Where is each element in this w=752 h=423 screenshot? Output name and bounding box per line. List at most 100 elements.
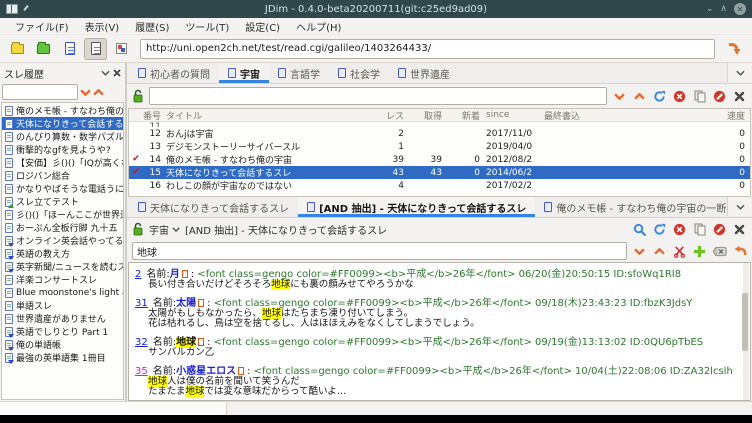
message-scrollbar[interactable]: [743, 263, 749, 400]
chevron-up-icon[interactable]: [632, 89, 647, 104]
lock-icon[interactable]: [132, 89, 144, 103]
sidebar-thread-item[interactable]: 最強の英単語集 1冊目: [2, 351, 123, 364]
sidebar-thread-item[interactable]: ロジバン総合: [2, 169, 123, 182]
thread-tab[interactable]: 俺のメモ帳 - すなわち俺の宇宙の一断片: [535, 197, 745, 217]
sidebar-thread-item[interactable]: 単語スレ: [2, 299, 123, 312]
message-view[interactable]: 2名前:月: <font class=gengo color=#FF0099><…: [128, 262, 751, 401]
col-title[interactable]: タイトル: [161, 109, 374, 122]
col-new[interactable]: 新着: [442, 109, 480, 122]
menu-item[interactable]: 表示(V): [78, 18, 127, 35]
post-number-link[interactable]: 31: [135, 298, 148, 309]
thread-tab[interactable]: 天体になりきって会話するスレ: [129, 197, 298, 217]
chevron-down-icon[interactable]: [612, 89, 627, 104]
close-x-icon[interactable]: [732, 222, 747, 237]
clear-icon[interactable]: [712, 244, 727, 259]
col-last[interactable]: 最終書込: [540, 109, 670, 122]
post: 2名前:月: <font class=gengo color=#FF0099><…: [135, 269, 746, 290]
thread-row[interactable]: 13デジモンストーリーサイバースル12019/04/00: [129, 140, 750, 153]
search-prev-icon[interactable]: [93, 89, 104, 96]
search-next-icon[interactable]: [80, 89, 91, 96]
board-tab[interactable]: 宇宙: [219, 63, 269, 83]
chevron-down-icon[interactable]: [632, 244, 647, 259]
menu-item[interactable]: ファイル(F): [8, 18, 76, 35]
go-arrow-icon[interactable]: [722, 38, 746, 60]
col-got[interactable]: 取得: [404, 109, 442, 122]
board-tab[interactable]: 初心者の質問: [129, 63, 219, 83]
stop-icon[interactable]: [672, 89, 687, 104]
undo-icon[interactable]: [732, 244, 747, 259]
thread-row[interactable]: ✔14俺のメモ帳 - すなわち俺の宇宙393902012/08/20: [129, 153, 750, 166]
thread-doc-icon: [5, 145, 13, 155]
thread-view-button[interactable]: [84, 38, 107, 60]
chevron-down-icon[interactable]: [101, 70, 110, 76]
menu-item[interactable]: ヘルプ(H): [289, 18, 348, 35]
refresh-icon[interactable]: [652, 89, 667, 104]
close-icon[interactable]: ✕: [734, 3, 746, 15]
block-icon[interactable]: [712, 222, 727, 237]
copy-icon[interactable]: [692, 89, 707, 104]
menu-item[interactable]: 履歴(S): [128, 18, 176, 35]
document-gray-icon: [91, 42, 101, 55]
sidebar-thread-item[interactable]: 天体になりきって会話する: [2, 117, 123, 130]
url-input[interactable]: [140, 39, 715, 59]
post-number-link[interactable]: 32: [135, 337, 148, 348]
col-speed[interactable]: 速度: [670, 109, 750, 122]
sidebar-thread-item[interactable]: 英語の教え方: [2, 247, 123, 260]
sidebar-close-icon[interactable]: [113, 69, 121, 77]
thread-row[interactable]: ✔15天体になりきって会話するスレ434302014/06/20: [129, 166, 750, 179]
image-view-button[interactable]: [110, 38, 133, 60]
row-new: 0: [442, 155, 480, 165]
block-icon[interactable]: [712, 89, 727, 104]
scrollbar-thumb[interactable]: [742, 293, 748, 351]
open-favorites-button[interactable]: [32, 38, 55, 60]
thread-row[interactable]: 16わしこの顔が宇宙なのではない42017/02/20: [129, 179, 750, 192]
col-res[interactable]: レス: [374, 109, 404, 122]
sidebar-thread-item[interactable]: オンライン英会話やってる: [2, 234, 123, 247]
tab-doc-icon: [228, 68, 236, 78]
sidebar-thread-item[interactable]: 俺のメモ帳 - すなわち俺の: [2, 104, 123, 117]
sidebar-thread-item[interactable]: 彡()()「ほーんここが世界遺: [2, 208, 123, 221]
sidebar-thread-item[interactable]: 衝撃的なgfを見ようや?: [2, 143, 123, 156]
plus-icon[interactable]: [692, 244, 707, 259]
thread-tab[interactable]: [AND 抽出] - 天体になりきって会話するスレ: [298, 197, 535, 217]
thread-row[interactable]: 12おんjは宇宙22017/11/00: [129, 127, 750, 140]
sidebar-thread-item[interactable]: 俺の単語帳: [2, 338, 123, 351]
board-tab-overflow-button[interactable]: [727, 63, 752, 82]
menu-item[interactable]: ツール(T): [178, 18, 236, 35]
col-since[interactable]: since: [480, 110, 540, 120]
extract-search-input[interactable]: [132, 242, 627, 260]
menu-item[interactable]: 設定(C): [238, 18, 287, 35]
minimize-icon[interactable]: ⌄: [706, 5, 714, 14]
maximize-icon[interactable]: ∧: [720, 5, 727, 14]
search-icon[interactable]: [632, 222, 647, 237]
board-tab[interactable]: 言語学: [269, 63, 329, 83]
board-select[interactable]: 宇宙: [149, 222, 180, 237]
sidebar-thread-item[interactable]: Blue moonstone's light an: [2, 286, 123, 299]
col-number[interactable]: 番号: [143, 109, 161, 122]
board-tab[interactable]: 世界遺産: [389, 63, 459, 83]
sidebar-thread-item[interactable]: 英字新聞/ニュースを読むス: [2, 260, 123, 273]
board-view-button[interactable]: [58, 38, 81, 60]
sidebar-thread-item[interactable]: 英語でしりとり Part 1: [2, 325, 123, 338]
close-x-icon[interactable]: [732, 89, 747, 104]
sidebar-thread-item[interactable]: スレ立てテスト: [2, 195, 123, 208]
scissors-icon[interactable]: [672, 244, 687, 259]
sidebar-thread-item[interactable]: おーぷん全板行脚 九十五: [2, 221, 123, 234]
sidebar-thread-item[interactable]: 世界遺産がありません: [2, 312, 123, 325]
board-filter-input[interactable]: [149, 87, 607, 105]
chevron-up-icon[interactable]: [652, 244, 667, 259]
thread-tab-overflow-button[interactable]: [727, 197, 752, 216]
post-number-link[interactable]: 35: [135, 366, 148, 377]
stop-icon[interactable]: [672, 222, 687, 237]
board-tab[interactable]: 社会学: [329, 63, 389, 83]
refresh-icon[interactable]: [652, 222, 667, 237]
open-board-list-button[interactable]: [6, 38, 29, 60]
sidebar-thread-item[interactable]: かなりやばそうな電話うには: [2, 182, 123, 195]
sidebar-search-input[interactable]: [2, 84, 78, 100]
sidebar-thread-item[interactable]: 【安価】彡()()「IQが高くない: [2, 156, 123, 169]
sidebar-thread-item[interactable]: 洋楽コンサートスレ: [2, 273, 123, 286]
copy-icon[interactable]: [692, 222, 707, 237]
post-number-link[interactable]: 2: [135, 269, 141, 280]
sidebar-thread-item[interactable]: のんびり算数・数学パズル: [2, 130, 123, 143]
lock-icon[interactable]: [132, 222, 144, 236]
